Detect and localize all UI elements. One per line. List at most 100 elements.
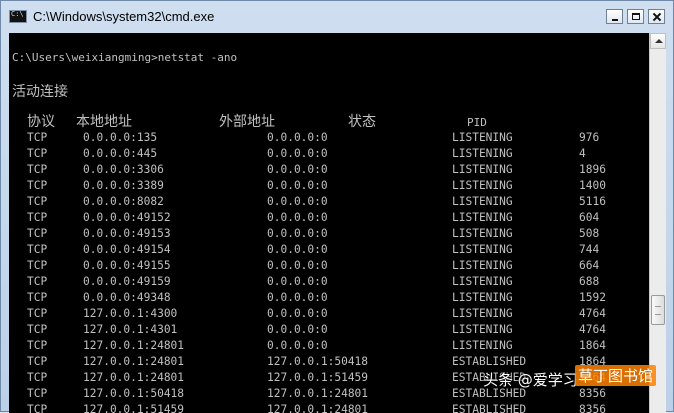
cell-pid: 8356 (579, 387, 606, 400)
table-row: TCP 0.0.0.0:49154 0.0.0.0:0 LISTENING 744 (9, 243, 649, 259)
window-title: C:\Windows\system32\cmd.exe (33, 9, 215, 24)
source-overlay: 头条 @爱学习 (483, 371, 578, 389)
cell-state: LISTENING (452, 195, 513, 208)
cell-foreign: 0.0.0.0:0 (267, 131, 328, 144)
cell-proto: TCP (27, 291, 48, 304)
cell-state: LISTENING (452, 131, 513, 144)
header-proto: 协议 (27, 114, 55, 130)
close-icon[interactable] (648, 9, 665, 24)
table-row: TCP 127.0.0.1:4301 0.0.0.0:0 LISTENING 4764 (9, 323, 649, 339)
cell-proto: TCP (27, 371, 48, 384)
cell-local: 0.0.0.0:445 (83, 147, 158, 160)
cell-local: 0.0.0.0:49154 (83, 243, 171, 256)
table-row: TCP 0.0.0.0:3389 0.0.0.0:0 LISTENING 1400 (9, 179, 649, 195)
scroll-thumb[interactable] (651, 295, 665, 325)
cell-pid: 1400 (579, 179, 606, 192)
cmd-app-icon (9, 10, 27, 23)
cell-foreign: 127.0.0.1:24801 (267, 387, 369, 400)
cell-proto: TCP (27, 387, 48, 400)
cell-foreign: 0.0.0.0:0 (267, 211, 328, 224)
cell-proto: TCP (27, 355, 48, 368)
cell-state: LISTENING (452, 323, 513, 336)
table-row: TCP 0.0.0.0:49155 0.0.0.0:0 LISTENING 664 (9, 259, 649, 275)
cmd-window: C:\Windows\system32\cmd.exe C:\Users\wei… (0, 0, 674, 413)
cell-proto: TCP (27, 307, 48, 320)
cell-foreign: 0.0.0.0:0 (267, 195, 328, 208)
cell-foreign: 0.0.0.0:0 (267, 227, 328, 240)
cell-proto: TCP (27, 339, 48, 352)
cell-pid: 508 (579, 227, 600, 240)
cell-local: 0.0.0.0:3306 (83, 163, 164, 176)
cell-pid: 1864 (579, 339, 606, 352)
cell-proto: TCP (27, 259, 48, 272)
cell-foreign: 0.0.0.0:0 (267, 147, 328, 160)
cell-pid: 1896 (579, 163, 606, 176)
cell-pid: 4764 (579, 323, 606, 336)
cell-state: LISTENING (452, 163, 513, 176)
header-state: 状态 (348, 114, 376, 130)
header-pid: PID (467, 116, 487, 129)
section-title: 活动连接 (12, 84, 68, 100)
cell-state: LISTENING (452, 291, 513, 304)
cell-pid: 4764 (579, 307, 606, 320)
cell-local: 127.0.0.1:24801 (83, 339, 185, 352)
console-output[interactable]: C:\Users\weixiangming>netstat -ano 活动连接 … (9, 33, 649, 413)
maximize-icon[interactable] (627, 9, 644, 24)
cell-local: 0.0.0.0:3389 (83, 179, 164, 192)
cell-local: 127.0.0.1:24801 (83, 371, 185, 384)
command-line: C:\Users\weixiangming>netstat -ano (12, 51, 238, 64)
cell-local: 0.0.0.0:49348 (83, 291, 171, 304)
cell-pid: 1592 (579, 291, 606, 304)
cell-pid: 604 (579, 211, 600, 224)
cell-state: LISTENING (452, 147, 513, 160)
cell-proto: TCP (27, 147, 48, 160)
cell-foreign: 0.0.0.0:0 (267, 323, 328, 336)
cell-state: LISTENING (452, 275, 513, 288)
cell-local: 0.0.0.0:135 (83, 131, 158, 144)
cell-foreign: 0.0.0.0:0 (267, 179, 328, 192)
header-foreign-address: 外部地址 (219, 114, 275, 130)
cell-local: 0.0.0.0:49153 (83, 227, 171, 240)
minimize-icon[interactable] (606, 9, 623, 24)
cell-state: ESTABLISHED (452, 355, 527, 368)
cell-local: 127.0.0.1:24801 (83, 355, 185, 368)
cell-foreign: 0.0.0.0:0 (267, 339, 328, 352)
vertical-scrollbar[interactable] (649, 33, 666, 413)
cell-proto: TCP (27, 131, 48, 144)
cell-foreign: 0.0.0.0:0 (267, 275, 328, 288)
cell-state: LISTENING (452, 179, 513, 192)
cell-local: 127.0.0.1:4301 (83, 323, 178, 336)
cell-pid: 4 (579, 147, 586, 160)
cell-foreign: 0.0.0.0:0 (267, 307, 328, 320)
cell-state: LISTENING (452, 339, 513, 352)
cell-proto: TCP (27, 227, 48, 240)
cell-foreign: 0.0.0.0:0 (267, 259, 328, 272)
cell-proto: TCP (27, 211, 48, 224)
cell-proto: TCP (27, 163, 48, 176)
cell-state: LISTENING (452, 243, 513, 256)
table-row: TCP 0.0.0.0:49348 0.0.0.0:0 LISTENING 1592 (9, 291, 649, 307)
source-badge: 草丁图书馆 (575, 365, 657, 386)
cell-local: 0.0.0.0:8082 (83, 195, 164, 208)
cell-pid: 664 (579, 259, 600, 272)
cell-foreign: 0.0.0.0:0 (267, 243, 328, 256)
cell-pid: 744 (579, 243, 600, 256)
cell-state: LISTENING (452, 307, 513, 320)
table-row: TCP 127.0.0.1:4300 0.0.0.0:0 LISTENING 4764 (9, 307, 649, 323)
cell-state: LISTENING (452, 211, 513, 224)
cell-pid: 688 (579, 275, 600, 288)
cell-proto: TCP (27, 195, 48, 208)
cell-foreign: 127.0.0.1:50418 (267, 355, 369, 368)
scroll-up-icon[interactable] (650, 33, 666, 49)
cell-local: 0.0.0.0:49159 (83, 275, 171, 288)
table-row: TCP 0.0.0.0:135 0.0.0.0:0 LISTENING 976 (9, 131, 649, 147)
cell-proto: TCP (27, 243, 48, 256)
header-local-address: 本地地址 (76, 114, 132, 130)
table-row: TCP 0.0.0.0:3306 0.0.0.0:0 LISTENING 1896 (9, 163, 649, 179)
window-controls (606, 9, 665, 24)
table-row: TCP 0.0.0.0:8082 0.0.0.0:0 LISTENING 5116 (9, 195, 649, 211)
cell-local: 127.0.0.1:50418 (83, 387, 185, 400)
cell-local: 0.0.0.0:49152 (83, 211, 171, 224)
cell-pid: 976 (579, 131, 600, 144)
title-bar[interactable]: C:\Windows\system32\cmd.exe (1, 1, 673, 33)
